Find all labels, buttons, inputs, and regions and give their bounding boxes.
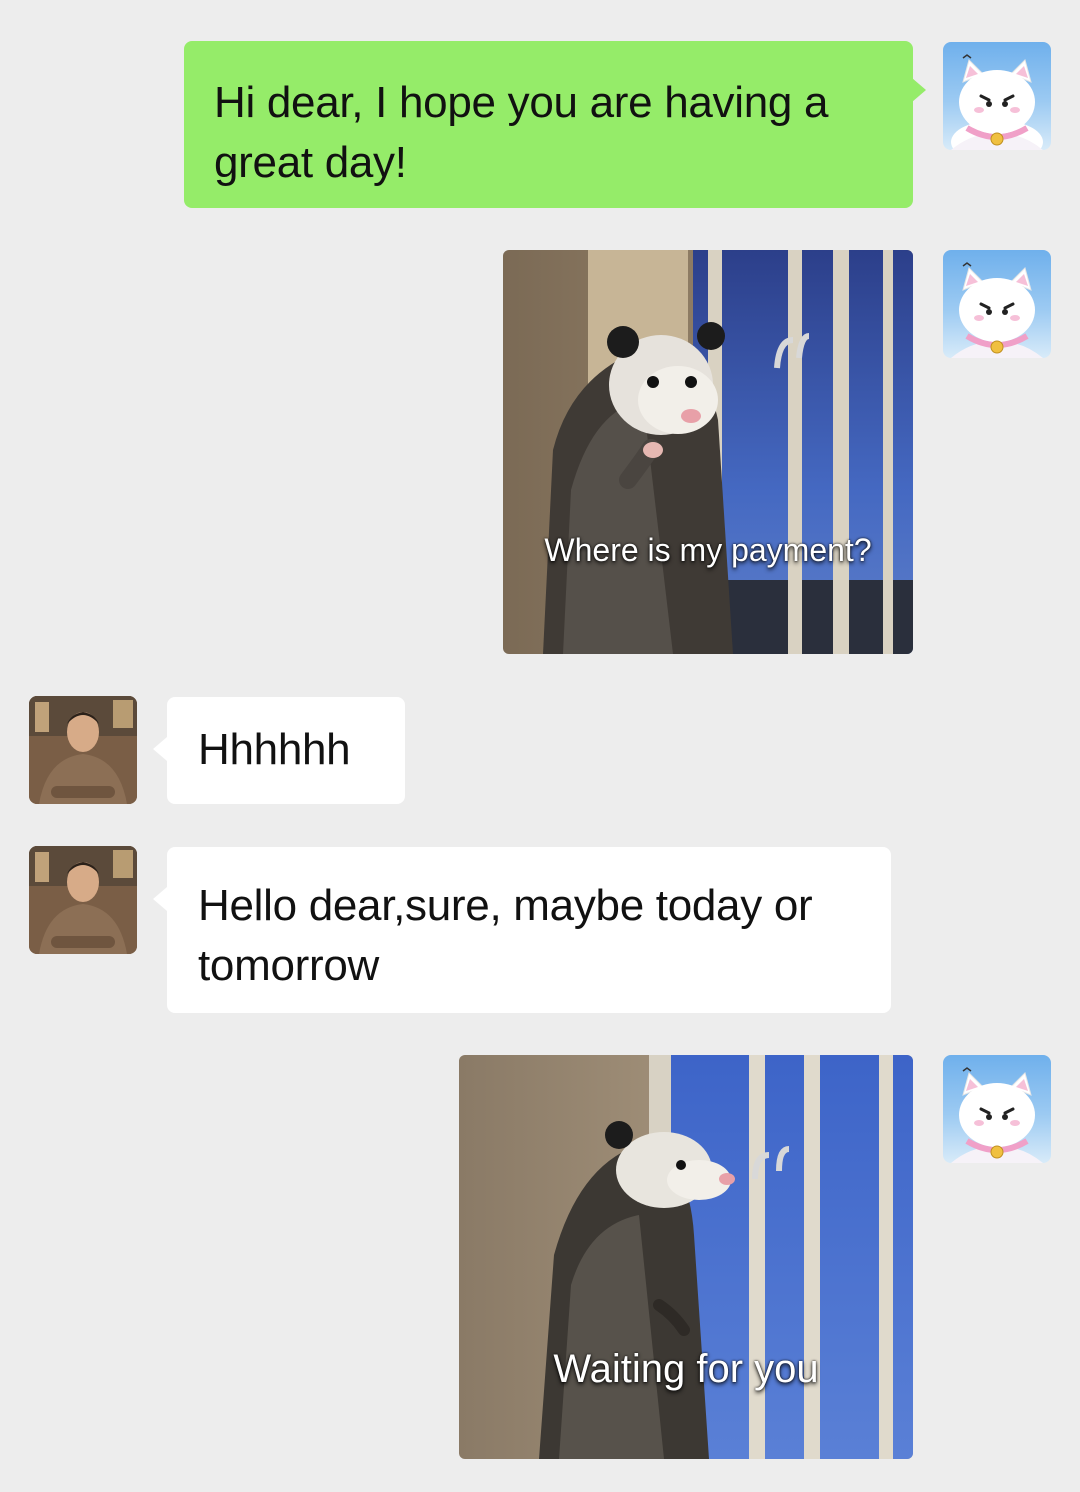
sent-message-bubble[interactable]: Hi dear, I hope you are having a great d… — [184, 41, 913, 208]
opossum-pointing-image — [503, 250, 913, 654]
message-text: Hi dear, I hope you are having a great d… — [214, 78, 829, 187]
opossum-waiting-image — [459, 1055, 913, 1459]
cat-avatar-icon — [951, 54, 1043, 150]
my-avatar[interactable] — [943, 1055, 1051, 1163]
received-message-bubble[interactable]: Hello dear,sure, maybe today or tomorrow — [167, 847, 891, 1013]
my-avatar[interactable] — [943, 250, 1051, 358]
bubble-tail — [153, 737, 167, 761]
man-avatar-icon — [29, 696, 137, 804]
message-text: Hhhhhh — [198, 725, 351, 774]
my-avatar[interactable] — [943, 42, 1051, 150]
sent-image-message[interactable]: Where is my payment? — [503, 250, 913, 654]
bubble-tail — [912, 78, 926, 102]
image-caption: Where is my payment? — [544, 532, 872, 568]
bubble-tail — [153, 887, 167, 911]
man-avatar-icon — [29, 846, 137, 954]
cat-avatar-icon — [951, 262, 1043, 358]
cat-avatar-icon — [951, 1067, 1043, 1163]
contact-avatar[interactable] — [29, 696, 137, 804]
received-message-bubble[interactable]: Hhhhhh — [167, 697, 405, 804]
image-caption: Waiting for you — [553, 1347, 819, 1391]
sent-image-message[interactable]: Waiting for you — [459, 1055, 913, 1459]
message-text: Hello dear,sure, maybe today or tomorrow — [198, 881, 813, 990]
contact-avatar[interactable] — [29, 846, 137, 954]
